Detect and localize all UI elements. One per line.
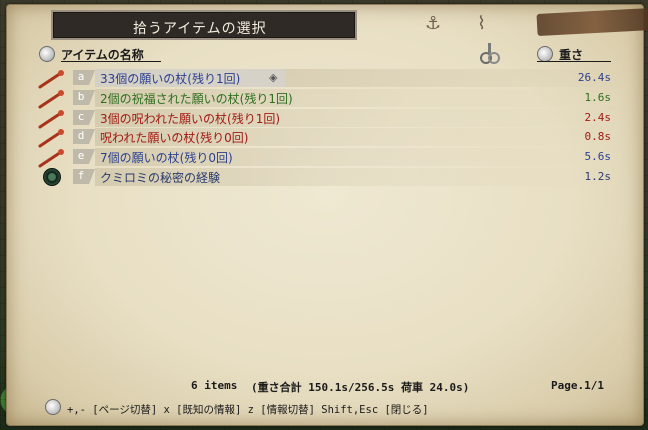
weight-header-underline xyxy=(537,61,611,62)
name-header-underline xyxy=(61,61,161,62)
wand-icon xyxy=(38,149,64,168)
hook-icon: ⚓ xyxy=(425,13,442,34)
window-titlebar: 拾うアイテムの選択 xyxy=(51,10,357,40)
wand-icon xyxy=(38,70,64,89)
item-weight: 5.6s xyxy=(584,150,612,163)
item-key-label[interactable]: b xyxy=(73,90,95,105)
item-weight: 0.8s xyxy=(584,130,612,143)
item-name[interactable]: 3個の呪われた願いの杖(残り1回) xyxy=(100,110,280,127)
wand-icon xyxy=(38,129,64,148)
item-row-c[interactable]: c 3個の呪われた願いの杖(残り1回) 2.4s xyxy=(73,109,619,127)
item-select-window: ⚓ ⌇ 拾うアイテムの選択 アイテムの名称 重さ a 33個の願いの杖(残り1回… xyxy=(6,4,648,426)
wand-icon xyxy=(38,110,64,129)
item-weight: 2.4s xyxy=(584,111,612,124)
weight-summary: (重さ合計 150.1s/256.5s 荷車 24.0s) xyxy=(251,381,470,394)
window-title: 拾うアイテムの選択 xyxy=(133,21,267,37)
item-name[interactable]: 33個の願いの杖(残り1回) xyxy=(100,70,240,87)
selected-marker-icon: ◈ xyxy=(269,71,278,84)
wand-icon xyxy=(38,90,64,109)
item-row-d[interactable]: d 呪われた願いの杖(残り0回) 0.8s xyxy=(73,128,619,146)
keys-icon xyxy=(480,43,500,64)
hook-icon: ⌇ xyxy=(477,13,486,34)
key-help-text: +,- [ページ切替] x [既知の情報] z [情報切替] Shift,Esc… xyxy=(67,404,429,416)
item-count: 6 items xyxy=(191,379,238,392)
item-name[interactable]: 呪われた願いの杖(残り0回) xyxy=(100,129,248,146)
help-icon xyxy=(45,399,61,415)
item-name[interactable]: 2個の祝福された願いの杖(残り1回) xyxy=(100,90,293,107)
page-indicator: Page.1/1 xyxy=(551,379,604,392)
decorative-tool-rack xyxy=(536,8,648,36)
item-row-b[interactable]: b 2個の祝福された願いの杖(残り1回) 1.6s xyxy=(73,89,619,107)
item-weight: 1.2s xyxy=(584,170,612,183)
item-key-label[interactable]: f xyxy=(73,169,95,184)
item-name[interactable]: クミロミの秘密の経験 xyxy=(100,169,220,186)
item-key-label[interactable]: d xyxy=(73,129,95,144)
item-row-f[interactable]: f クミロミの秘密の経験 1.2s xyxy=(73,168,619,186)
item-weight: 1.6s xyxy=(584,91,612,104)
item-weight: 26.4s xyxy=(577,71,611,84)
orb-icon xyxy=(43,168,61,186)
item-row-a[interactable]: a 33個の願いの杖(残り1回) ◈ 26.4s xyxy=(73,69,619,87)
item-key-label[interactable]: e xyxy=(73,149,95,164)
name-header-icon xyxy=(39,46,55,62)
item-name[interactable]: 7個の願いの杖(残り0回) xyxy=(100,149,233,166)
weight-header-icon xyxy=(537,46,553,62)
item-row-e[interactable]: e 7個の願いの杖(残り0回) 5.6s xyxy=(73,148,619,166)
item-key-label[interactable]: a xyxy=(73,70,95,85)
item-key-label[interactable]: c xyxy=(73,110,95,125)
